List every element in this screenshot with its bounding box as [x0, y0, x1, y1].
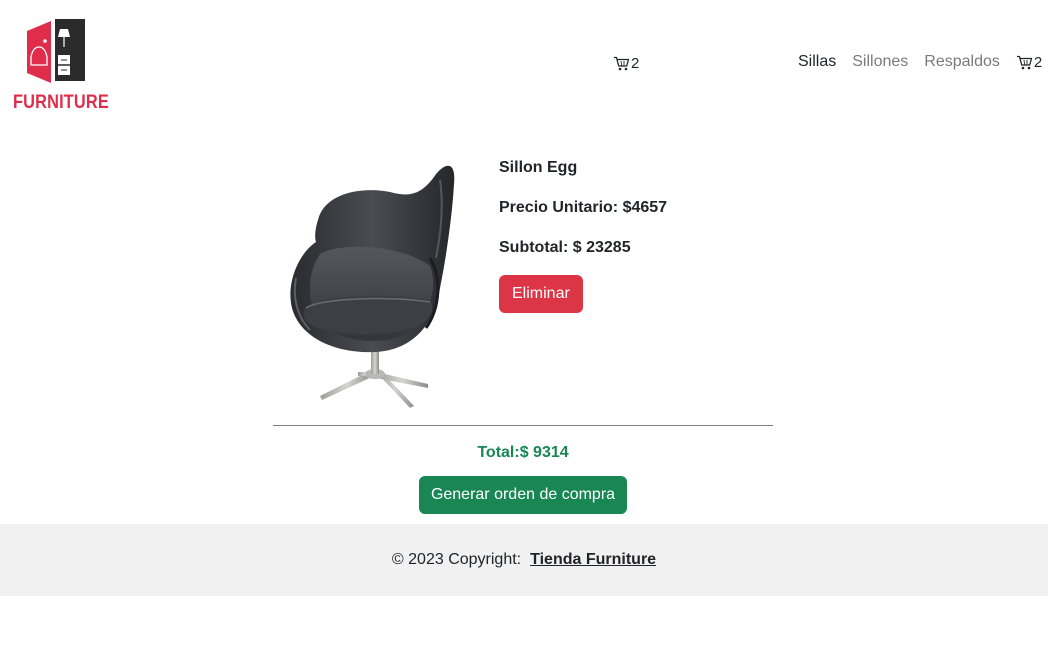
egg-chair-image — [290, 165, 455, 408]
cart-icon — [614, 56, 630, 70]
nav-link-sillones[interactable]: Sillones — [852, 53, 908, 71]
brand-name: FURNITURE — [13, 92, 109, 113]
divider — [273, 425, 773, 426]
footer-store-link[interactable]: Tienda Furniture — [530, 551, 656, 569]
cart-item-info: Sillon Egg Precio Unitario: $4657 Subtot… — [499, 158, 667, 313]
remove-button[interactable]: Eliminar — [499, 275, 583, 313]
nav-links: Sillas Sillones Respaldos 2 — [798, 51, 1042, 73]
nav-link-respaldos[interactable]: Respaldos — [924, 53, 1000, 71]
copyright-text: © 2023 Copyright: — [391, 551, 522, 568]
brand-logo[interactable]: FURNITURE — [13, 17, 109, 115]
cart-count-mid: 2 — [631, 54, 640, 72]
cart-icon — [1016, 55, 1033, 69]
unit-price: Precio Unitario: $4657 — [499, 199, 668, 216]
product-name: Sillon Egg — [499, 159, 578, 176]
cart-total: Total:$ 9314 — [477, 444, 569, 461]
subtotal: Subtotal: $ 23285 — [499, 239, 631, 256]
cart-count-right: 2 — [1033, 53, 1043, 71]
cart-widget-mid[interactable]: 2 — [613, 53, 639, 73]
cart-item: Sillon Egg Precio Unitario: $4657 Subtot… — [273, 150, 773, 426]
footer: © 2023 Copyright: Tienda Furniture — [0, 524, 1048, 596]
navbar: FURNITURE 2 Sillas Sillones Respaldos 2 — [0, 0, 1048, 126]
generate-order-button[interactable]: Generar orden de compra — [419, 476, 627, 514]
furniture-logo-icon — [27, 19, 85, 83]
nav-link-sillas[interactable]: Sillas — [798, 53, 836, 71]
cart-widget-right[interactable]: 2 — [1016, 54, 1042, 71]
